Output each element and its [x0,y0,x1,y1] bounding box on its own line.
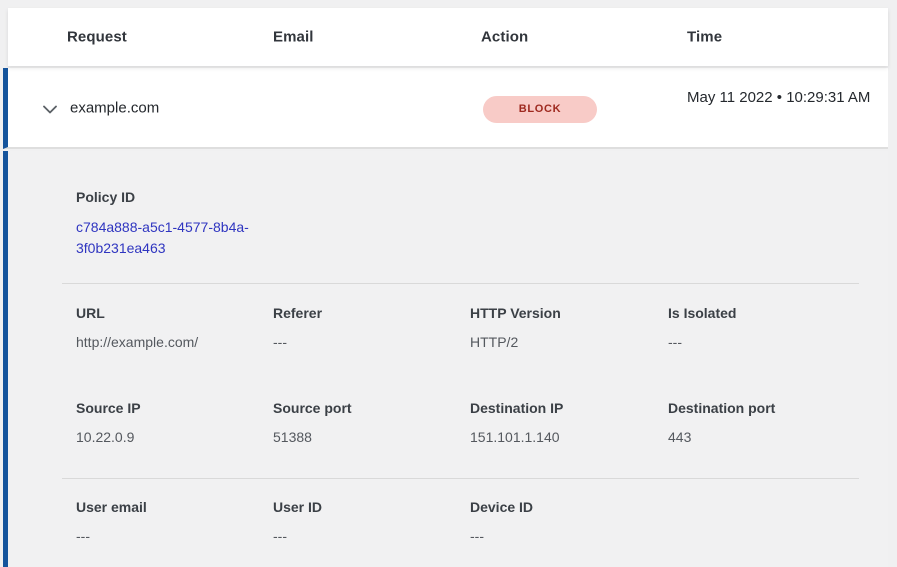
field-label: Source port [273,400,470,417]
field-value: 10.22.0.9 [76,429,273,446]
field-is-isolated: Is Isolated --- [668,305,888,351]
field-label: Source IP [76,400,273,417]
request-domain: example.com [70,99,159,116]
column-header-request: Request [67,29,127,46]
field-source-ip: Source IP 10.22.0.9 [76,400,273,446]
field-label: Referer [273,305,470,322]
field-label: Device ID [470,499,668,516]
policy-id-label: Policy ID [76,189,135,205]
field-empty [668,499,888,545]
field-source-port: Source port 51388 [273,400,470,446]
field-label: Destination port [668,400,888,417]
field-value: 51388 [273,429,470,446]
column-header-action: Action [481,29,528,46]
field-referer: Referer --- [273,305,470,351]
detail-fields-row-3: User email --- User ID --- Device ID --- [8,499,888,545]
field-value: HTTP/2 [470,334,668,351]
field-value: --- [273,528,470,545]
policy-id-link[interactable]: c784a888-a5c1-4577-8b4a-3f0b231ea463 [76,217,281,259]
field-label: Is Isolated [668,305,888,322]
field-user-id: User ID --- [273,499,470,545]
field-destination-ip: Destination IP 151.101.1.140 [470,400,668,446]
field-label: URL [76,305,273,322]
field-http-version: HTTP Version HTTP/2 [470,305,668,351]
log-row[interactable]: example.com BLOCK May 11 2022 • 10:29:31… [3,68,888,149]
table-header: Request Email Action Time [8,8,888,66]
column-header-email: Email [273,29,314,46]
field-label: User email [76,499,273,516]
field-value: --- [273,334,470,351]
field-value: --- [76,528,273,545]
action-status-badge: BLOCK [483,96,597,123]
detail-fields-row-2: Source IP 10.22.0.9 Source port 51388 De… [8,400,888,446]
field-label: User ID [273,499,470,516]
section-divider [62,283,859,284]
field-user-email: User email --- [76,499,273,545]
log-detail-panel: Policy ID c784a888-a5c1-4577-8b4a-3f0b23… [3,151,888,567]
field-value: 151.101.1.140 [470,429,668,446]
field-value: 443 [668,429,888,446]
field-url: URL http://example.com/ [76,305,273,351]
chevron-down-icon[interactable] [42,101,58,117]
field-value: --- [470,528,668,545]
time-value: May 11 2022 • 10:29:31 AM [687,86,883,110]
column-header-time: Time [687,29,722,46]
field-value: --- [668,334,888,351]
gateway-log-view: Request Email Action Time example.com BL… [0,0,897,567]
detail-fields-row-1: URL http://example.com/ Referer --- HTTP… [8,305,888,351]
section-divider [62,478,859,479]
field-label: Destination IP [470,400,668,417]
field-value: http://example.com/ [76,334,273,351]
field-label: HTTP Version [470,305,668,322]
field-destination-port: Destination port 443 [668,400,888,446]
field-device-id: Device ID --- [470,499,668,545]
